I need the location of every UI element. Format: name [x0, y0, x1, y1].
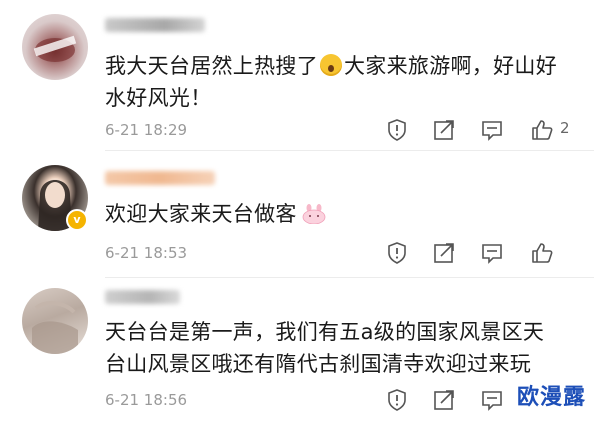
comment-time: 6-21 18:53	[105, 244, 188, 262]
comment-item-2: v 欢迎大家来天台做客 6-21 18:53	[0, 151, 594, 277]
comment-time: 6-21 18:56	[105, 391, 188, 409]
like-icon[interactable]	[530, 118, 554, 142]
username-blurred[interactable]	[105, 171, 215, 185]
avatar-image-icon	[33, 35, 77, 62]
username-blurred[interactable]	[105, 290, 180, 304]
like-icon[interactable]	[530, 241, 554, 265]
watermark: 欧漫露	[516, 385, 586, 410]
comment-text-line1: 欢迎大家来天台做客	[105, 202, 297, 226]
share-icon[interactable]	[432, 241, 456, 265]
reply-icon[interactable]	[480, 118, 504, 142]
avatar-image-icon	[32, 301, 78, 354]
like-count: 2	[560, 119, 570, 137]
comment-item-1: 我大天台居然上热搜了 大家来旅游啊，好山好 水好风光！ 6-21 18:29 2	[0, 0, 594, 150]
comment-text-line1: 天台台是第一声，我们有五a级的国家风景区天	[105, 320, 545, 344]
comment-text-line2: 台山风景区哦还有隋代古刹国清寺欢迎过来玩	[105, 352, 531, 376]
comment-text-line2: 水好风光！	[105, 86, 212, 110]
comment-text: 我大天台居然上热搜了 大家来旅游啊，好山好 水好风光！	[105, 50, 575, 114]
share-icon[interactable]	[432, 118, 456, 142]
surprised-emoji-icon	[320, 54, 342, 76]
report-icon[interactable]	[385, 118, 409, 142]
comment-text: 天台台是第一声，我们有五a级的国家风景区天 台山风景区哦还有隋代古刹国清寺欢迎过…	[105, 316, 575, 380]
share-icon[interactable]	[432, 388, 456, 412]
avatar[interactable]	[22, 14, 88, 80]
report-icon[interactable]	[385, 241, 409, 265]
reply-icon[interactable]	[480, 388, 504, 412]
comment-time: 6-21 18:29	[105, 121, 188, 139]
comment-item-3: 天台台是第一声，我们有五a级的国家风景区天 台山风景区哦还有隋代古刹国清寺欢迎过…	[0, 278, 594, 421]
report-icon[interactable]	[385, 388, 409, 412]
bunny-emoji-icon	[302, 204, 326, 224]
username-blurred[interactable]	[105, 18, 205, 32]
verified-badge-icon: v	[66, 209, 88, 231]
avatar[interactable]	[22, 288, 88, 354]
comment-text-line1: 我大天台居然上热搜了	[105, 54, 318, 78]
comment-text-line1b: 大家来旅游啊，好山好	[344, 54, 557, 78]
comment-text: 欢迎大家来天台做客	[105, 198, 575, 230]
reply-icon[interactable]	[480, 241, 504, 265]
